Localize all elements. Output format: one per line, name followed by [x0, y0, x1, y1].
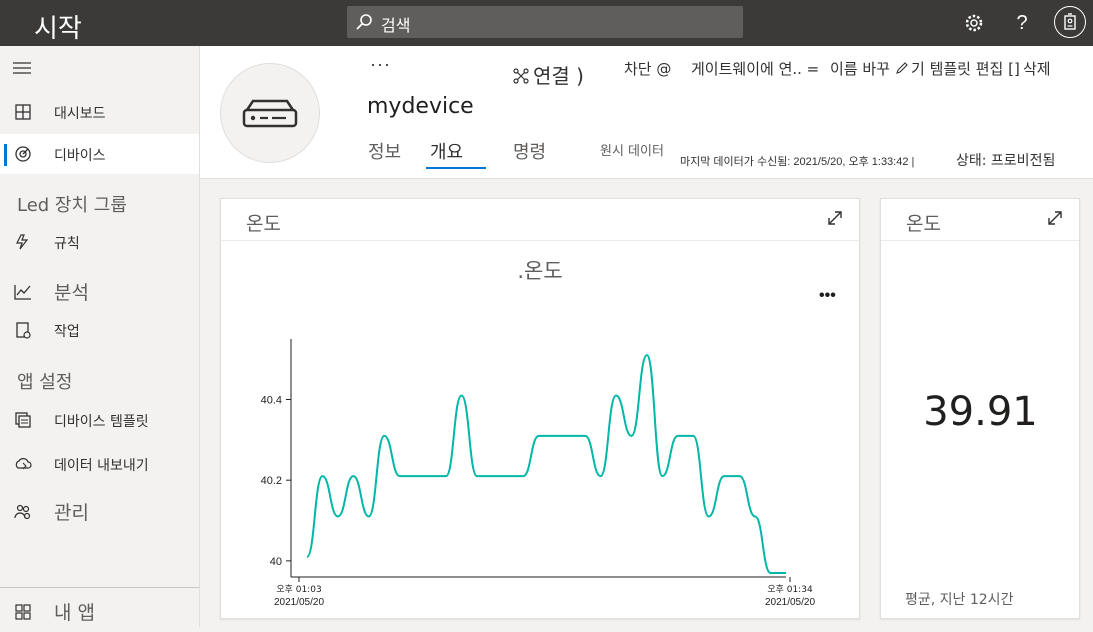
edit-template-button[interactable]: 기 템플릿 편집 []: [895, 58, 1020, 79]
kpi-caption: 평균, 지난 12시간: [905, 592, 1014, 608]
sidebar-divider: [0, 587, 199, 588]
x-tick-label: 오후 01:03: [276, 584, 321, 595]
last-data-received: 마지막 데이터가 수신됨: 2021/5/20, 오후 1:33:42 |: [680, 156, 915, 168]
top-bar: 시작 검색 ?: [0, 0, 1093, 46]
search-icon: [356, 14, 372, 30]
sidebar-item-devices[interactable]: 디바이스: [0, 134, 199, 174]
connect-button[interactable]: 연결 ): [513, 60, 584, 89]
sidebar-group-app-settings[interactable]: 앱 설정: [17, 368, 72, 394]
my-apps-icon: [15, 604, 31, 620]
sidebar-group-led[interactable]: Led 장치 그룹: [17, 191, 127, 217]
app-title[interactable]: 시작: [34, 8, 82, 45]
sidebar-item-jobs[interactable]: 작업: [0, 310, 199, 350]
delete-button[interactable]: 삭제: [1023, 58, 1051, 79]
gateway-button[interactable]: 게이트웨이에 연.. =: [691, 58, 819, 79]
device-avatar: [220, 63, 320, 163]
sidebar-item-dashboard[interactable]: 대시보드: [0, 92, 199, 132]
avatar[interactable]: [1054, 6, 1086, 38]
x-tick-date-label: 2021/05/20: [765, 597, 815, 608]
pencil-icon: [896, 62, 908, 74]
search-box[interactable]: 검색: [347, 6, 743, 38]
sidebar-item-device-templates[interactable]: 디바이스 템플릿: [0, 400, 199, 440]
sidebar-item-analytics[interactable]: 분석: [0, 272, 199, 312]
device-name: mydevice: [367, 94, 474, 119]
kpi-value: 39.91: [923, 389, 1038, 435]
x-tick-date-label: 2021/05/20: [274, 597, 324, 608]
sidebar-item-label: 관리: [54, 502, 89, 524]
tab-about[interactable]: 정보: [368, 138, 401, 164]
sidebar-item-label: 분석: [54, 282, 89, 304]
temperature-series-line: [306, 354, 786, 574]
device-icon: [242, 99, 298, 128]
sidebar-item-label: 디바이스: [54, 148, 106, 164]
jobs-icon: [16, 322, 31, 339]
sidebar-item-label: 작업: [54, 324, 80, 340]
help-icon[interactable]: ?: [1010, 11, 1034, 35]
gear-icon[interactable]: [962, 11, 986, 35]
expand-icon[interactable]: [1046, 209, 1064, 227]
sidebar-item-label: 디바이스 템플릿: [54, 414, 149, 430]
devices-icon: [15, 146, 31, 162]
connect-icon: [513, 68, 529, 84]
device-header: ··· 연결 ) 차단 @ 게이트웨이에 연.. = 이름 바꾸 기 템플릿 편…: [200, 46, 1093, 179]
y-tick-label: 40.4: [261, 395, 282, 407]
card-title: 온도: [906, 213, 941, 235]
badge-icon: [1064, 13, 1076, 30]
temperature-chart-card: 온도 .온도 ••• 40 40.2 40.4 오후 01:03 2021/05/20 오…: [220, 198, 860, 619]
tab-overview[interactable]: 개요: [430, 138, 463, 164]
rename-button[interactable]: 이름 바꾸: [830, 58, 890, 79]
x-tick-label: 오후 01:34: [767, 584, 813, 595]
hamburger-icon[interactable]: [13, 62, 31, 74]
sidebar-item-label: 대시보드: [54, 106, 106, 122]
more-commands-icon[interactable]: ···: [370, 54, 391, 75]
sidebar-item-data-export[interactable]: 데이터 내보내기: [0, 444, 199, 484]
card-divider: [881, 240, 1079, 241]
y-tick-label: 40: [270, 556, 282, 568]
active-tab-indicator: [426, 167, 486, 169]
sidebar: 대시보드 디바이스 Led 장치 그룹 규칙 분석 작업 앱 설정 디바이스 템…: [0, 46, 200, 627]
edit-template-label: 기 템플릿 편집 []: [911, 60, 1020, 78]
sidebar-item-label: 규칙: [54, 236, 80, 252]
tab-raw-data[interactable]: 원시 데이터: [600, 140, 664, 159]
block-button[interactable]: 차단 @: [624, 58, 671, 79]
administration-icon: [14, 504, 31, 520]
analytics-icon: [14, 285, 31, 300]
data-export-icon: [15, 458, 32, 470]
tab-commands[interactable]: 명령: [513, 138, 546, 164]
rules-icon: [16, 234, 29, 250]
sidebar-item-label: 데이터 내보내기: [54, 458, 149, 474]
search-input[interactable]: 검색: [381, 12, 410, 36]
connect-label: 연결 ): [533, 64, 584, 88]
sidebar-item-label: 내 앱: [54, 602, 95, 624]
status-badge: 상태: 프로비전됨: [956, 153, 1056, 169]
temperature-kpi-card: 온도 39.91 평균, 지난 12시간: [880, 198, 1080, 619]
sidebar-item-rules[interactable]: 규칙: [0, 222, 199, 262]
dashboard-icon: [15, 104, 31, 120]
temperature-line-chart: 40 40.2 40.4 오후 01:03 2021/05/20 오후 01:34 2021…: [261, 339, 815, 608]
sidebar-item-my-apps[interactable]: 내 앱: [0, 592, 199, 632]
sidebar-item-administration[interactable]: 관리: [0, 492, 199, 532]
device-template-icon: [15, 412, 31, 428]
y-tick-label: 40.2: [261, 475, 282, 487]
